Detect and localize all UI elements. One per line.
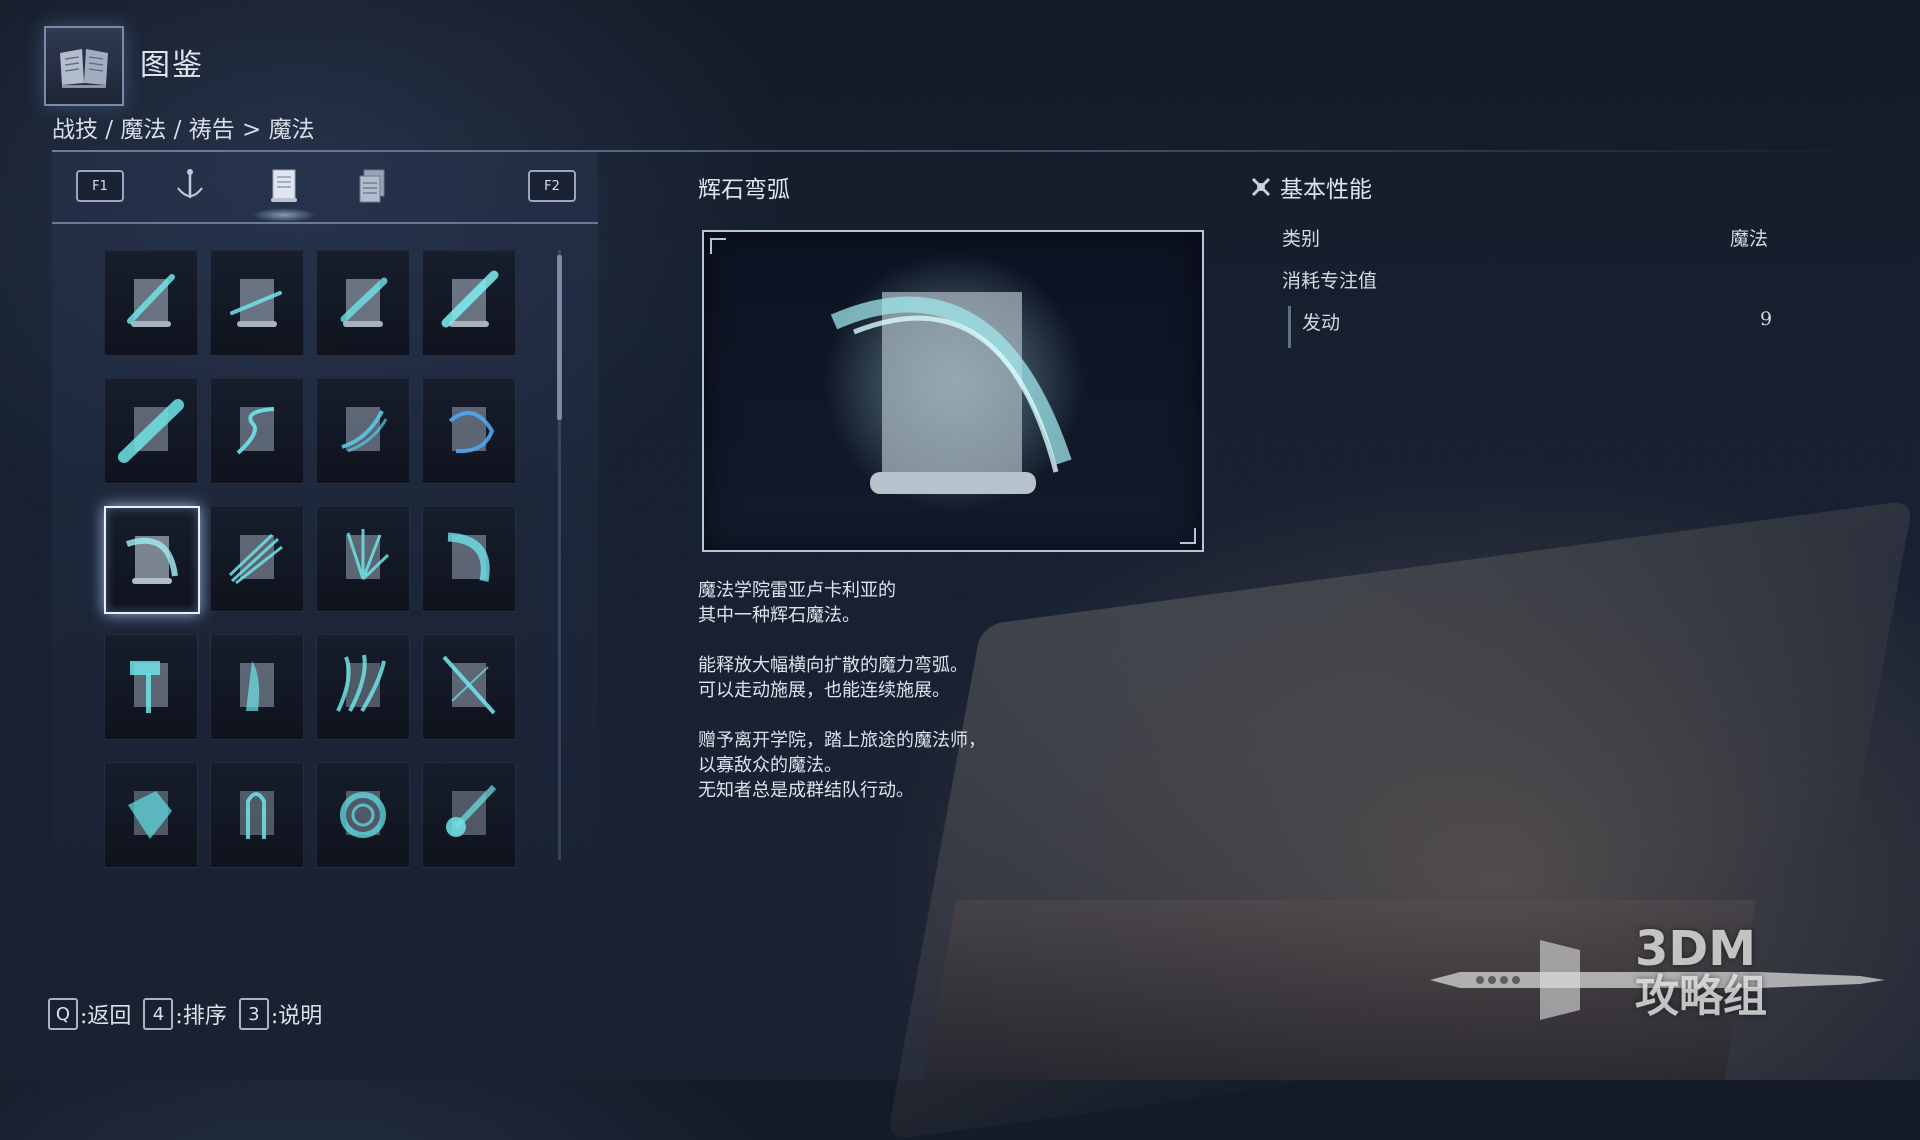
key-q: Q — [48, 998, 78, 1030]
spell-slot[interactable] — [422, 378, 516, 484]
spell-scroll-icon — [341, 407, 388, 453]
stat-activate-value: 9 — [1760, 308, 1773, 330]
spell-slot[interactable] — [210, 250, 304, 356]
back-hint[interactable]: Q :返回 — [48, 998, 131, 1030]
spell-scroll-icon — [127, 274, 175, 327]
stat-fp-label: 消耗专注值 — [1282, 270, 1378, 292]
stats-emblem-icon — [1251, 177, 1271, 197]
glintstone-arc-illustration — [824, 252, 1084, 512]
description-paragraph: 魔法学院雷亚卢卡利亚的 其中一种辉石魔法。 — [698, 580, 896, 626]
spell-slot[interactable] — [422, 506, 516, 612]
stat-activate-label: 发动 — [1302, 312, 1341, 334]
spell-slot[interactable] — [422, 634, 516, 740]
next-tab-key[interactable]: F2 — [528, 170, 576, 202]
codex-book-icon — [44, 26, 124, 106]
spell-scroll-icon — [442, 655, 496, 715]
spell-slot[interactable] — [104, 634, 198, 740]
spell-scroll-icon — [236, 407, 275, 455]
spell-scroll-icon — [240, 661, 274, 711]
spell-grid — [104, 250, 516, 880]
spell-slot[interactable] — [422, 250, 516, 356]
spell-scroll-icon — [447, 532, 490, 582]
spell-slot[interactable] — [210, 506, 304, 612]
stats-header: 基本性能 — [1250, 170, 1372, 204]
stat-category-value: 魔法 — [1730, 228, 1769, 250]
prev-tab-key[interactable]: F1 — [76, 170, 124, 202]
spell-slot[interactable] — [104, 378, 198, 484]
spell-description: 魔法学院雷亚卢卡利亚的 其中一种辉石魔法。 能释放大幅横向扩散的魔力弯弧。 可以… — [698, 578, 1298, 828]
spell-slot[interactable] — [316, 378, 410, 484]
help-hint-label: :说明 — [270, 1004, 323, 1029]
spell-scroll-icon — [230, 279, 282, 327]
watermark-text: 3DM 攻略组 — [1635, 925, 1767, 1021]
spell-slot[interactable] — [210, 762, 304, 868]
spell-scroll-icon — [118, 399, 184, 463]
stat-indent-bar — [1288, 306, 1291, 348]
stats-title: 基本性能 — [1280, 177, 1372, 203]
stat-category-label: 类别 — [1282, 228, 1321, 250]
scroll-tab-icon[interactable] — [252, 164, 316, 222]
watermark-line2: 攻略组 — [1635, 971, 1767, 1022]
spell-scroll-icon — [340, 791, 386, 838]
spell-slot[interactable] — [316, 250, 410, 356]
glintstone-arc-icon — [126, 536, 178, 584]
spell-scroll-icon — [240, 791, 274, 839]
watermark-line1: 3DM — [1635, 921, 1757, 977]
sort-hint-label: :排序 — [175, 1004, 227, 1029]
spell-scroll-icon — [346, 529, 390, 581]
spell-scroll-icon — [336, 654, 386, 713]
spell-name: 辉石弯弧 — [698, 177, 790, 203]
spell-slot[interactable] — [316, 506, 410, 612]
help-hint[interactable]: 3 :说明 — [238, 998, 323, 1030]
spell-slot[interactable] — [210, 634, 304, 740]
spell-slot[interactable] — [316, 762, 410, 868]
spell-slot[interactable] — [104, 762, 198, 868]
back-hint-label: :返回 — [80, 1004, 132, 1029]
spell-slot-selected[interactable] — [104, 506, 200, 614]
spell-scroll-icon — [340, 277, 388, 327]
sort-hint[interactable]: 4 :排序 — [143, 998, 227, 1030]
spell-slot[interactable] — [422, 762, 516, 868]
key-3: 3 — [238, 998, 269, 1030]
spell-scroll-icon — [446, 784, 497, 837]
spell-slot[interactable] — [104, 250, 198, 356]
spell-scroll-icon — [128, 791, 172, 839]
spell-scroll-icon — [130, 661, 168, 713]
spell-scroll-icon — [441, 270, 499, 328]
spell-slot[interactable] — [316, 634, 410, 740]
breadcrumb: 战技 / 魔法 / 祷告 > 魔法 — [52, 117, 315, 143]
sword-tab-icon[interactable] — [168, 164, 212, 208]
description-paragraph: 赠予离开学院，踏上旅途的魔法师， 以寡敌众的魔法。 无知者总是成群结队行动。 — [698, 730, 986, 801]
description-paragraph: 能释放大幅横向扩散的魔力弯弧。 可以走动施展，也能连续施展。 — [698, 655, 968, 701]
spell-preview — [702, 230, 1204, 552]
key-hints: Q :返回 4 :排序 3 :说明 — [48, 998, 322, 1030]
category-tabbar — [52, 152, 598, 224]
book-tab-icon[interactable] — [350, 164, 394, 208]
spell-scroll-icon — [228, 533, 283, 585]
spell-slot[interactable] — [210, 378, 304, 484]
key-4: 4 — [143, 998, 174, 1030]
page-title: 图鉴 — [140, 48, 204, 83]
spell-scroll-icon — [448, 407, 495, 454]
scrollbar-thumb[interactable] — [557, 255, 562, 420]
